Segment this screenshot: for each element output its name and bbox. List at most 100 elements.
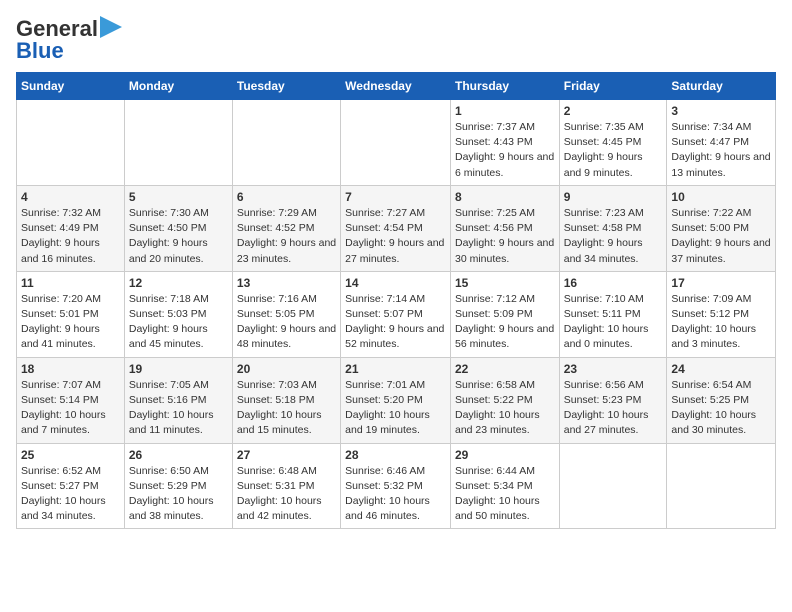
day-number: 12 xyxy=(129,276,228,290)
header-row: SundayMondayTuesdayWednesdayThursdayFrid… xyxy=(17,73,776,100)
day-info: Sunrise: 6:46 AMSunset: 5:32 PMDaylight:… xyxy=(345,464,446,525)
calendar-cell: 14 Sunrise: 7:14 AMSunset: 5:07 PMDayligh… xyxy=(341,271,451,357)
day-info: Sunrise: 7:20 AMSunset: 5:01 PMDaylight:… xyxy=(21,292,120,353)
day-number: 22 xyxy=(455,362,555,376)
day-number: 26 xyxy=(129,448,228,462)
day-info: Sunrise: 6:54 AMSunset: 5:25 PMDaylight:… xyxy=(671,378,771,439)
day-number: 19 xyxy=(129,362,228,376)
col-header-monday: Monday xyxy=(124,73,232,100)
calendar-cell: 23 Sunrise: 6:56 AMSunset: 5:23 PMDayligh… xyxy=(559,357,667,443)
logo-icon xyxy=(100,16,122,38)
day-number: 16 xyxy=(564,276,663,290)
day-number: 2 xyxy=(564,104,663,118)
calendar-cell: 1 Sunrise: 7:37 AMSunset: 4:43 PMDaylight… xyxy=(450,100,559,186)
calendar-cell: 28 Sunrise: 6:46 AMSunset: 5:32 PMDayligh… xyxy=(341,443,451,529)
calendar-cell xyxy=(17,100,125,186)
day-number: 17 xyxy=(671,276,771,290)
calendar-cell: 2 Sunrise: 7:35 AMSunset: 4:45 PMDaylight… xyxy=(559,100,667,186)
day-number: 11 xyxy=(21,276,120,290)
calendar-cell xyxy=(559,443,667,529)
logo-blue: Blue xyxy=(16,38,64,64)
calendar-cell: 4Sunrise: 7:32 AMSunset: 4:49 PMDaylight… xyxy=(17,185,125,271)
calendar-cell: 16Sunrise: 7:10 AMSunset: 5:11 PMDayligh… xyxy=(559,271,667,357)
day-number: 23 xyxy=(564,362,663,376)
week-row-3: 11 Sunrise: 7:20 AMSunset: 5:01 PMDayligh… xyxy=(17,271,776,357)
calendar-cell xyxy=(124,100,232,186)
day-number: 10 xyxy=(671,190,771,204)
calendar-cell xyxy=(232,100,340,186)
calendar-cell: 29 Sunrise: 6:44 AMSunset: 5:34 PMDayligh… xyxy=(450,443,559,529)
calendar-cell: 26 Sunrise: 6:50 AMSunset: 5:29 PMDayligh… xyxy=(124,443,232,529)
day-number: 8 xyxy=(455,190,555,204)
day-info: Sunrise: 7:09 AMSunset: 5:12 PMDaylight:… xyxy=(671,292,771,353)
day-info: Sunrise: 7:22 AMSunset: 5:00 PMDaylight:… xyxy=(671,206,771,267)
day-info: Sunrise: 6:48 AMSunset: 5:31 PMDaylight:… xyxy=(237,464,336,525)
day-number: 7 xyxy=(345,190,446,204)
week-row-4: 18 Sunrise: 7:07 AMSunset: 5:14 PMDayligh… xyxy=(17,357,776,443)
day-number: 3 xyxy=(671,104,771,118)
calendar-cell: 25 Sunrise: 6:52 AMSunset: 5:27 PMDayligh… xyxy=(17,443,125,529)
calendar-cell: 21 Sunrise: 7:01 AMSunset: 5:20 PMDayligh… xyxy=(341,357,451,443)
calendar-cell: 13 Sunrise: 7:16 AMSunset: 5:05 PMDayligh… xyxy=(232,271,340,357)
day-number: 14 xyxy=(345,276,446,290)
col-header-saturday: Saturday xyxy=(667,73,776,100)
day-number: 29 xyxy=(455,448,555,462)
calendar-cell: 18 Sunrise: 7:07 AMSunset: 5:14 PMDayligh… xyxy=(17,357,125,443)
calendar-table: SundayMondayTuesdayWednesdayThursdayFrid… xyxy=(16,72,776,529)
day-number: 5 xyxy=(129,190,228,204)
day-info: Sunrise: 6:58 AMSunset: 5:22 PMDaylight:… xyxy=(455,378,555,439)
calendar-cell xyxy=(667,443,776,529)
day-info: Sunrise: 6:50 AMSunset: 5:29 PMDaylight:… xyxy=(129,464,228,525)
col-header-friday: Friday xyxy=(559,73,667,100)
calendar-cell: 22 Sunrise: 6:58 AMSunset: 5:22 PMDayligh… xyxy=(450,357,559,443)
day-number: 20 xyxy=(237,362,336,376)
day-number: 27 xyxy=(237,448,336,462)
day-info: Sunrise: 7:30 AMSunset: 4:50 PMDaylight:… xyxy=(129,206,228,267)
calendar-cell: 17 Sunrise: 7:09 AMSunset: 5:12 PMDayligh… xyxy=(667,271,776,357)
day-info: Sunrise: 7:29 AMSunset: 4:52 PMDaylight:… xyxy=(237,206,336,267)
day-number: 25 xyxy=(21,448,120,462)
day-number: 1 xyxy=(455,104,555,118)
calendar-cell: 9Sunrise: 7:23 AMSunset: 4:58 PMDaylight… xyxy=(559,185,667,271)
calendar-cell: 6 Sunrise: 7:29 AMSunset: 4:52 PMDaylight… xyxy=(232,185,340,271)
calendar-cell: 20 Sunrise: 7:03 AMSunset: 5:18 PMDayligh… xyxy=(232,357,340,443)
logo: General Blue xyxy=(16,16,122,64)
day-info: Sunrise: 7:07 AMSunset: 5:14 PMDaylight:… xyxy=(21,378,120,439)
day-info: Sunrise: 6:56 AMSunset: 5:23 PMDaylight:… xyxy=(564,378,663,439)
calendar-cell: 19Sunrise: 7:05 AMSunset: 5:16 PMDayligh… xyxy=(124,357,232,443)
day-number: 13 xyxy=(237,276,336,290)
day-number: 18 xyxy=(21,362,120,376)
col-header-wednesday: Wednesday xyxy=(341,73,451,100)
day-info: Sunrise: 7:14 AMSunset: 5:07 PMDaylight:… xyxy=(345,292,446,353)
col-header-tuesday: Tuesday xyxy=(232,73,340,100)
day-info: Sunrise: 7:18 AMSunset: 5:03 PMDaylight:… xyxy=(129,292,228,353)
day-info: Sunrise: 7:03 AMSunset: 5:18 PMDaylight:… xyxy=(237,378,336,439)
calendar-cell xyxy=(341,100,451,186)
day-info: Sunrise: 7:01 AMSunset: 5:20 PMDaylight:… xyxy=(345,378,446,439)
col-header-thursday: Thursday xyxy=(450,73,559,100)
day-info: Sunrise: 7:27 AMSunset: 4:54 PMDaylight:… xyxy=(345,206,446,267)
calendar-cell: 3Sunrise: 7:34 AMSunset: 4:47 PMDaylight… xyxy=(667,100,776,186)
calendar-cell: 10 Sunrise: 7:22 AMSunset: 5:00 PMDayligh… xyxy=(667,185,776,271)
day-info: Sunrise: 6:52 AMSunset: 5:27 PMDaylight:… xyxy=(21,464,120,525)
day-number: 6 xyxy=(237,190,336,204)
day-info: Sunrise: 7:12 AMSunset: 5:09 PMDaylight:… xyxy=(455,292,555,353)
week-row-5: 25 Sunrise: 6:52 AMSunset: 5:27 PMDayligh… xyxy=(17,443,776,529)
calendar-cell: 8 Sunrise: 7:25 AMSunset: 4:56 PMDaylight… xyxy=(450,185,559,271)
day-info: Sunrise: 7:35 AMSunset: 4:45 PMDaylight:… xyxy=(564,120,663,181)
week-row-2: 4Sunrise: 7:32 AMSunset: 4:49 PMDaylight… xyxy=(17,185,776,271)
calendar-cell: 24 Sunrise: 6:54 AMSunset: 5:25 PMDayligh… xyxy=(667,357,776,443)
calendar-cell: 7 Sunrise: 7:27 AMSunset: 4:54 PMDaylight… xyxy=(341,185,451,271)
day-info: Sunrise: 7:37 AMSunset: 4:43 PMDaylight:… xyxy=(455,120,555,181)
day-info: Sunrise: 7:16 AMSunset: 5:05 PMDaylight:… xyxy=(237,292,336,353)
calendar-cell: 27 Sunrise: 6:48 AMSunset: 5:31 PMDayligh… xyxy=(232,443,340,529)
day-number: 24 xyxy=(671,362,771,376)
day-number: 21 xyxy=(345,362,446,376)
page-header: General Blue xyxy=(16,16,776,64)
day-number: 4 xyxy=(21,190,120,204)
day-info: Sunrise: 7:25 AMSunset: 4:56 PMDaylight:… xyxy=(455,206,555,267)
calendar-cell: 5 Sunrise: 7:30 AMSunset: 4:50 PMDaylight… xyxy=(124,185,232,271)
day-info: Sunrise: 6:44 AMSunset: 5:34 PMDaylight:… xyxy=(455,464,555,525)
day-number: 28 xyxy=(345,448,446,462)
day-number: 15 xyxy=(455,276,555,290)
